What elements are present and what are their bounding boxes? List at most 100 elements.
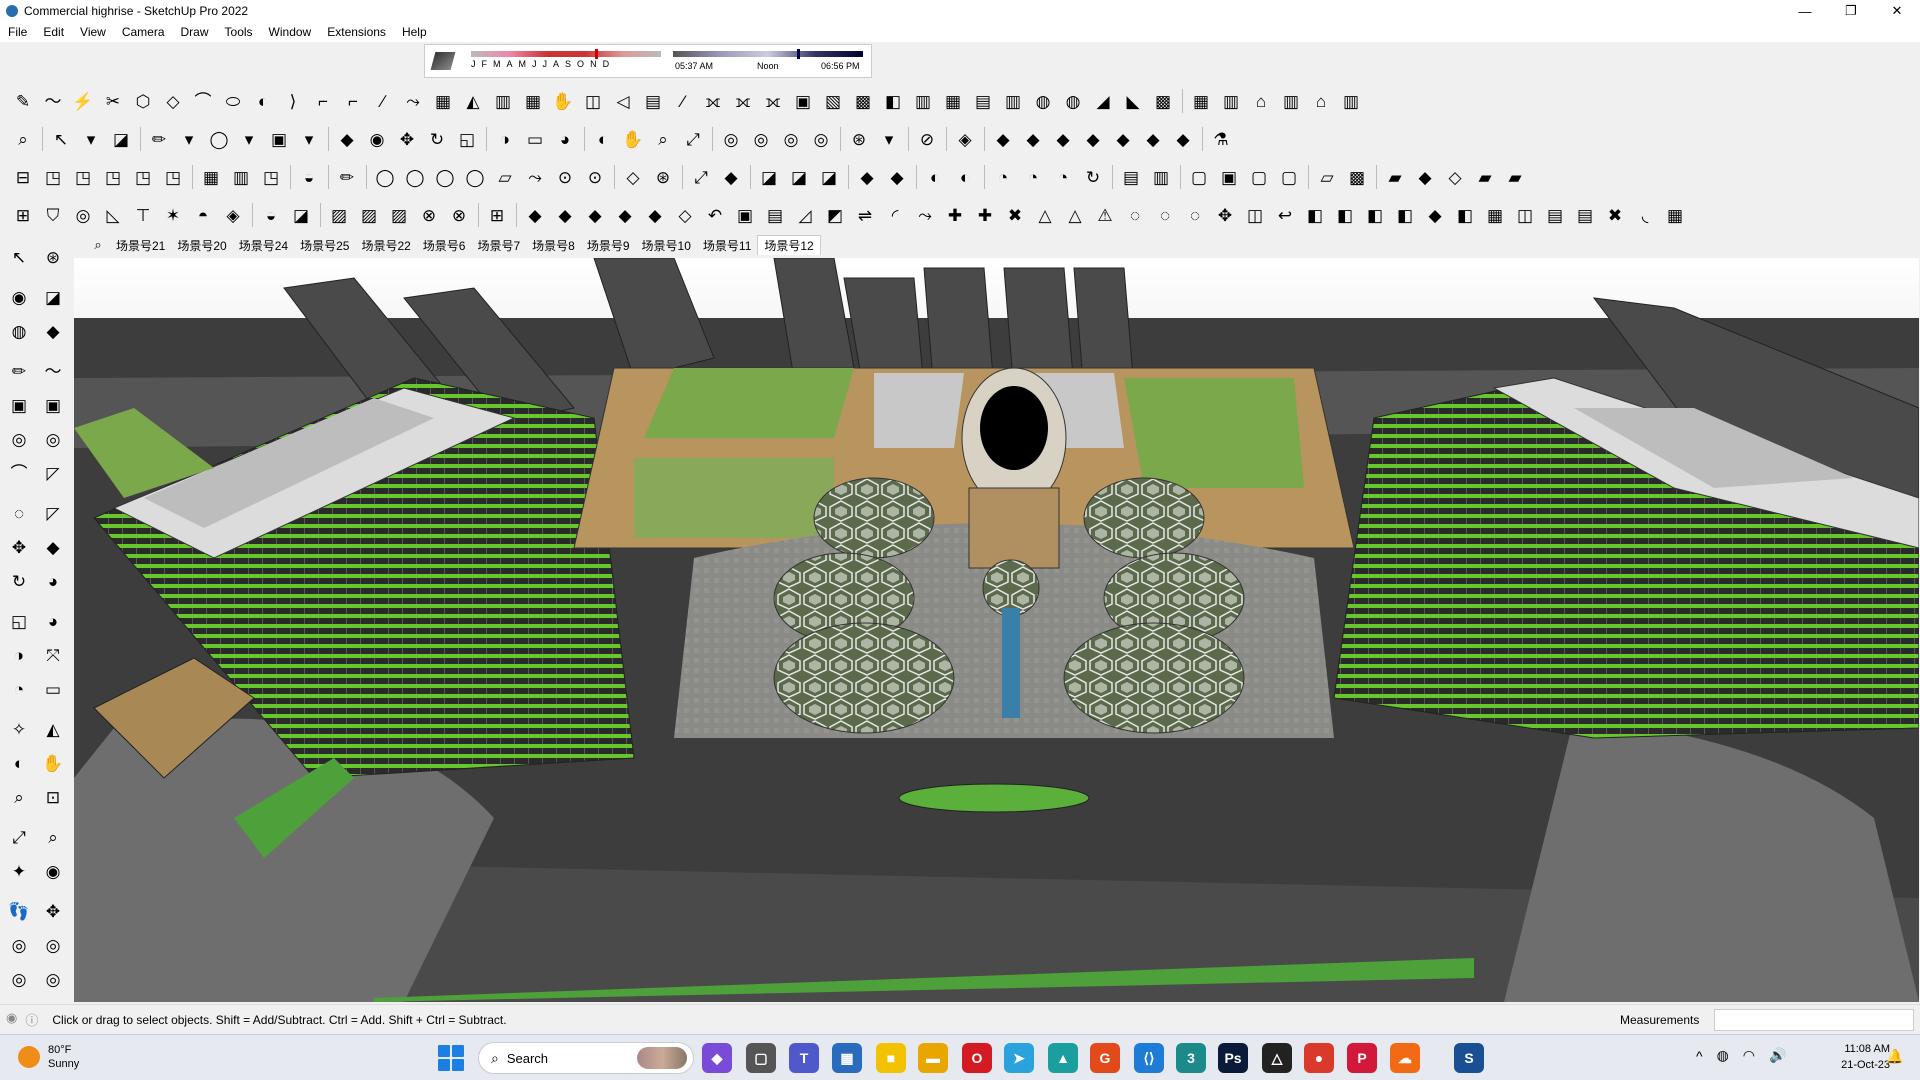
- toolbar-tool-icon[interactable]: ⟗: [758, 86, 788, 116]
- palette-tool-icon[interactable]: ◎: [4, 424, 34, 454]
- toolbar-tool-icon[interactable]: ▾: [234, 124, 264, 154]
- show-hidden-icons-icon[interactable]: ^: [1696, 1048, 1703, 1064]
- pinterest-icon[interactable]: P: [1347, 1043, 1377, 1073]
- toolbar-tool-icon[interactable]: ✖: [1600, 200, 1630, 230]
- toolbar-tool-icon[interactable]: ▾: [174, 124, 204, 154]
- minimize-button[interactable]: —: [1782, 0, 1828, 22]
- toolbar-tool-icon[interactable]: ▦: [1480, 200, 1510, 230]
- toolbar-tool-icon[interactable]: ▨: [384, 200, 414, 230]
- toolbar-tool-icon[interactable]: ◪: [106, 124, 136, 154]
- palette-tool-icon[interactable]: ▭: [38, 674, 68, 704]
- toolbar-tool-icon[interactable]: ⁄: [668, 86, 698, 116]
- toolbar-tool-icon[interactable]: ▥: [1276, 86, 1306, 116]
- palette-tool-icon[interactable]: ◎: [38, 424, 68, 454]
- toolbar-tool-icon[interactable]: ◆: [332, 124, 362, 154]
- chrome-icon[interactable]: ●: [1304, 1043, 1334, 1073]
- toolbar-tool-icon[interactable]: ▤: [760, 200, 790, 230]
- toolbar-tool-icon[interactable]: ◇: [1440, 162, 1470, 192]
- toolbar-tool-icon[interactable]: ▥: [1216, 86, 1246, 116]
- toolbar-tool-icon[interactable]: ▦: [428, 86, 458, 116]
- toolbar-tool-icon[interactable]: ⤢: [686, 162, 716, 192]
- palette-tool-icon[interactable]: ✥: [4, 532, 34, 562]
- palette-tool-icon[interactable]: ◭: [38, 714, 68, 744]
- scene-tab[interactable]: 场景号12: [757, 235, 821, 255]
- toolbar-tool-icon[interactable]: ⊤: [128, 200, 158, 230]
- toolbar-tool-icon[interactable]: ◆: [1410, 162, 1440, 192]
- toolbar-tool-icon[interactable]: ▦: [196, 162, 226, 192]
- toolbar-tool-icon[interactable]: ⌒: [188, 86, 218, 116]
- time-slider[interactable]: [673, 51, 863, 57]
- toolbar-tool-icon[interactable]: ◆: [1078, 124, 1108, 154]
- toolbar-tool-icon[interactable]: ↩: [1270, 200, 1300, 230]
- toolbar-tool-icon[interactable]: ✚: [970, 200, 1000, 230]
- scene-tab[interactable]: 场景号24: [233, 235, 294, 255]
- toolbar-tool-icon[interactable]: △: [1030, 200, 1060, 230]
- time-slider-thumb[interactable]: [797, 49, 800, 59]
- toolbar-tool-icon[interactable]: ◕: [550, 124, 580, 154]
- toolbar-tool-icon[interactable]: ◌: [1180, 200, 1210, 230]
- toolbar-tool-icon[interactable]: ◒: [294, 162, 324, 192]
- scene-tab[interactable]: 场景号22: [355, 235, 416, 255]
- toolbar-tool-icon[interactable]: ⊛: [844, 124, 874, 154]
- toolbar-tool-icon[interactable]: ⟩: [278, 86, 308, 116]
- toolbar-tool-icon[interactable]: ⚡: [68, 86, 98, 116]
- clock[interactable]: 11:08 AM 21-Oct-23: [1810, 1041, 1890, 1073]
- toolbar-tool-icon[interactable]: ⊙: [550, 162, 580, 192]
- toolbar-tool-icon[interactable]: ◑: [490, 124, 520, 154]
- toolbar-tool-icon[interactable]: ◍: [1058, 86, 1088, 116]
- toolbar-tool-icon[interactable]: 〜: [38, 86, 68, 116]
- toolbar-tool-icon[interactable]: ◆: [580, 200, 610, 230]
- vectorworks-icon[interactable]: △: [1262, 1043, 1292, 1073]
- toolbar-tool-icon[interactable]: ▰: [1500, 162, 1530, 192]
- palette-tool-icon[interactable]: ⊡: [38, 782, 68, 812]
- toolbar-tool-icon[interactable]: ◎: [806, 124, 836, 154]
- file-explorer-icon[interactable]: ▬: [918, 1043, 948, 1073]
- toolbar-tool-icon[interactable]: ⤳: [520, 162, 550, 192]
- toolbar-tool-icon[interactable]: ◪: [814, 162, 844, 192]
- toolbar-tool-icon[interactable]: ◐: [920, 162, 950, 192]
- toolbar-tool-icon[interactable]: ⊘: [912, 124, 942, 154]
- toolbar-tool-icon[interactable]: ◯: [400, 162, 430, 192]
- scene-tab[interactable]: 场景号9: [581, 235, 636, 255]
- toolbar-tool-icon[interactable]: ↻: [422, 124, 452, 154]
- measurements-input[interactable]: [1714, 1009, 1914, 1031]
- toolbar-tool-icon[interactable]: ◣: [1118, 86, 1148, 116]
- toolbar-tool-icon[interactable]: ▾: [76, 124, 106, 154]
- toolbar-tool-icon[interactable]: ◪: [286, 200, 316, 230]
- menu-camera[interactable]: Camera: [114, 25, 173, 39]
- palette-tool-icon[interactable]: ◍: [4, 316, 34, 346]
- toolbar-tool-icon[interactable]: ▱: [490, 162, 520, 192]
- palette-tool-icon[interactable]: ◉: [4, 282, 34, 312]
- toolbar-tool-icon[interactable]: ▰: [1470, 162, 1500, 192]
- toolbar-tool-icon[interactable]: ✚: [940, 200, 970, 230]
- sketchup-icon[interactable]: S: [1454, 1043, 1484, 1073]
- toolbar-tool-icon[interactable]: ⤳: [910, 200, 940, 230]
- toolbar-tool-icon[interactable]: ◧: [1450, 200, 1480, 230]
- model-viewport[interactable]: [74, 258, 1919, 1002]
- toolbar-tool-icon[interactable]: ◺: [98, 200, 128, 230]
- toolbar-tool-icon[interactable]: ✋: [548, 86, 578, 116]
- toolbar-tool-icon[interactable]: ▥: [226, 162, 256, 192]
- scene-tab[interactable]: 场景号11: [697, 235, 757, 255]
- toolbar-tool-icon[interactable]: ◳: [128, 162, 158, 192]
- toolbar-tool-icon[interactable]: ▩: [848, 86, 878, 116]
- toolbar-tool-icon[interactable]: ◆: [1018, 124, 1048, 154]
- toolbar-tool-icon[interactable]: ◆: [640, 200, 670, 230]
- toolbar-tool-icon[interactable]: ⊗: [444, 200, 474, 230]
- menu-extensions[interactable]: Extensions: [319, 25, 394, 39]
- toolbar-tool-icon[interactable]: ⬡: [128, 86, 158, 116]
- toolbar-tool-icon[interactable]: ▨: [354, 200, 384, 230]
- shadows-toggle-icon[interactable]: [430, 52, 456, 70]
- toolbar-tool-icon[interactable]: ⛉: [38, 200, 68, 230]
- toolbar-tool-icon[interactable]: ◇: [618, 162, 648, 192]
- scene-tab[interactable]: 场景号7: [471, 235, 526, 255]
- toolbar-tool-icon[interactable]: ▤: [1116, 162, 1146, 192]
- toolbar-tool-icon[interactable]: ◳: [256, 162, 286, 192]
- palette-tool-icon[interactable]: ◎: [38, 964, 68, 994]
- palette-tool-icon[interactable]: ◱: [4, 606, 34, 636]
- toolbar-tool-icon[interactable]: ◉: [362, 124, 392, 154]
- palette-tool-icon[interactable]: ⌒: [4, 458, 34, 488]
- toolbar-tool-icon[interactable]: ⊙: [580, 162, 610, 192]
- volume-icon[interactable]: 🔊: [1769, 1047, 1786, 1064]
- toolbar-tool-icon[interactable]: ▩: [1148, 86, 1178, 116]
